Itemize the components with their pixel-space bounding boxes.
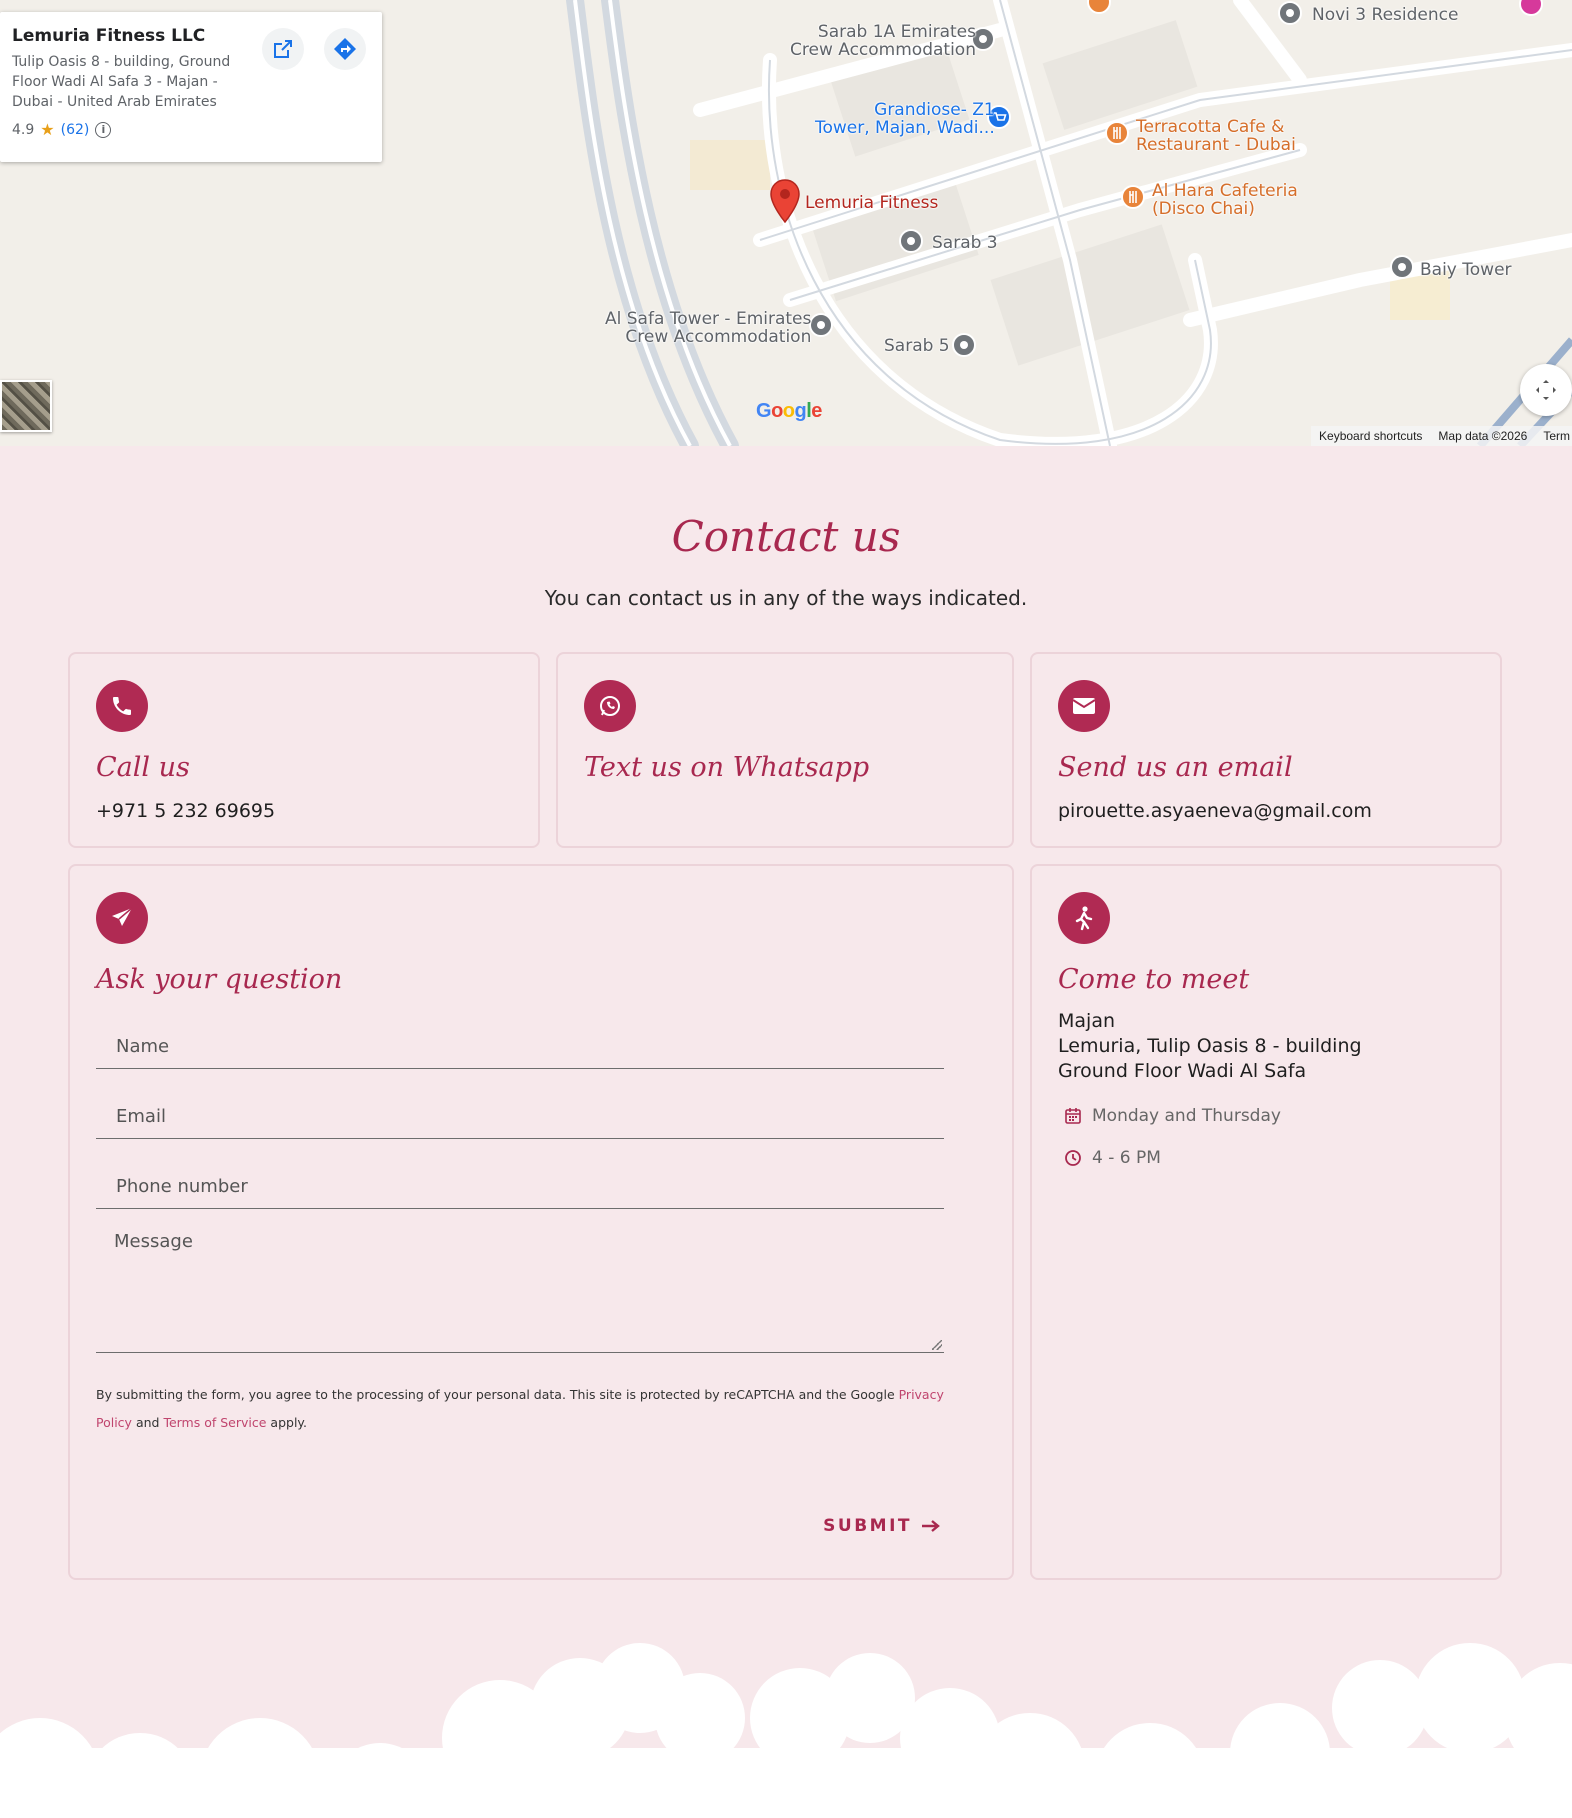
visit-card: Come to meet Majan Lemuria, Tulip Oasis … — [1030, 864, 1502, 1580]
place-address: Tulip Oasis 8 - building, Ground Floor W… — [12, 54, 231, 110]
keyboard-shortcuts-link[interactable]: Keyboard shortcuts — [1319, 429, 1422, 443]
submit-label: SUBMIT — [823, 1516, 912, 1536]
fullscreen-button[interactable] — [1520, 364, 1572, 416]
restaurant-pin-icon[interactable] — [1104, 120, 1130, 150]
google-logo: Google — [756, 400, 822, 422]
visit-address: Majan Lemuria, Tulip Oasis 8 - building … — [1058, 1009, 1474, 1084]
open-in-maps-button[interactable] — [262, 28, 304, 70]
consent-text: By submitting the form, you agree to the… — [96, 1381, 956, 1437]
phone-field-wrapper — [96, 1145, 944, 1209]
email-input[interactable] — [96, 1075, 944, 1138]
visit-days-row: Monday and Thursday — [1058, 1106, 1474, 1126]
email-title: Send us an email — [1058, 752, 1293, 783]
whatsapp-title[interactable]: Text us on Whatsapp — [584, 752, 986, 783]
paper-plane-icon — [96, 892, 148, 944]
map-label-lemuria-fitness[interactable]: Lemuria Fitness — [805, 194, 938, 212]
reviews-link[interactable]: (62) — [61, 122, 90, 138]
walking-icon — [1058, 892, 1110, 944]
email-address-link[interactable]: pirouette.asyaeneva@gmail.com — [1058, 799, 1474, 824]
clock-icon — [1065, 1150, 1081, 1166]
directions-button[interactable] — [324, 28, 366, 70]
contact-heading: Contact us — [671, 512, 901, 561]
location-marker-icon[interactable] — [768, 178, 802, 226]
calendar-icon — [1065, 1108, 1081, 1124]
place-pin-icon[interactable] — [1389, 254, 1415, 284]
cloud-decoration — [0, 1643, 1572, 1818]
message-field-wrapper — [96, 1215, 944, 1353]
address-line-2: Lemuria, Tulip Oasis 8 - building — [1058, 1035, 1362, 1057]
place-pin-icon[interactable] — [951, 332, 977, 362]
whatsapp-icon — [584, 680, 636, 732]
address-line-1: Majan — [1058, 1010, 1115, 1032]
phone-input[interactable] — [96, 1145, 944, 1208]
envelope-icon — [1058, 680, 1110, 732]
name-field-wrapper — [96, 1005, 944, 1069]
restaurant-pin-icon[interactable] — [1086, 0, 1112, 30]
terms-link[interactable]: Term — [1543, 429, 1570, 443]
email-field-wrapper — [96, 1075, 944, 1139]
place-rating: 4.9 ★ (62) i — [12, 120, 370, 139]
consent-and: and — [131, 1415, 164, 1430]
place-title: Lemuria Fitness LLC — [12, 26, 206, 46]
submit-button[interactable]: SUBMIT — [823, 1516, 940, 1536]
call-card: Call us +971 5 232 69695 — [68, 652, 540, 848]
external-link-icon — [274, 40, 292, 58]
expand-arrows-icon — [1536, 380, 1556, 400]
visit-days: Monday and Thursday — [1092, 1106, 1281, 1126]
rating-value: 4.9 — [12, 121, 35, 138]
restaurant-pin-icon[interactable] — [1120, 184, 1146, 214]
star-icon: ★ — [40, 120, 55, 139]
visit-hours: 4 - 6 PM — [1092, 1148, 1161, 1168]
visit-title: Come to meet — [1058, 964, 1250, 995]
visit-hours-row: 4 - 6 PM — [1058, 1148, 1474, 1168]
place-pin-icon[interactable] — [1277, 0, 1303, 30]
map-label-grandiose[interactable]: Grandiose- Z1 Tower, Majan, Wadi... — [815, 101, 995, 137]
embedded-map[interactable]: Sarab 1A Emirates Crew Accommodation Nov… — [0, 0, 1572, 446]
call-title: Call us — [96, 752, 190, 783]
place-info-card: Lemuria Fitness LLC Tulip Oasis 8 - buil… — [0, 12, 382, 162]
map-label-al-hara[interactable]: Al Hara Cafeteria (Disco Chai) — [1152, 182, 1298, 218]
contact-section: Contact us You can contact us in any of … — [0, 446, 1572, 1818]
form-title: Ask your question — [96, 964, 343, 995]
whatsapp-card[interactable]: Text us on Whatsapp — [556, 652, 1014, 848]
contact-form: By submitting the form, you agree to the… — [96, 1005, 986, 1437]
consent-suffix: apply. — [266, 1415, 308, 1430]
place-pin-icon[interactable] — [808, 312, 834, 342]
arrow-right-icon — [922, 1520, 940, 1532]
phone-icon — [96, 680, 148, 732]
map-label-sarab-1a[interactable]: Sarab 1A Emirates Crew Accommodation — [790, 23, 976, 59]
map-data-text: Map data ©2026 — [1438, 429, 1528, 443]
place-pin-icon[interactable] — [898, 228, 924, 258]
directions-icon — [334, 38, 356, 60]
map-label-al-safa-tower[interactable]: Al Safa Tower - Emirates Crew Accommodat… — [605, 310, 811, 346]
resize-handle[interactable] — [932, 1340, 942, 1350]
map-label-sarab-3[interactable]: Sarab 3 — [932, 234, 998, 252]
info-icon[interactable]: i — [95, 121, 112, 138]
place-pin-icon[interactable] — [1518, 0, 1544, 30]
map-label-novi-3[interactable]: Novi 3 Residence — [1312, 6, 1458, 24]
map-label-terracotta[interactable]: Terracotta Cafe & Restaurant - Dubai — [1136, 118, 1296, 154]
email-card: Send us an email pirouette.asyaeneva@gma… — [1030, 652, 1502, 848]
address-line-3: Ground Floor Wadi Al Safa — [1058, 1060, 1307, 1082]
satellite-layer-toggle[interactable] — [0, 380, 52, 432]
map-attribution: Keyboard shortcuts Map data ©2026 Term — [1311, 426, 1572, 446]
map-label-sarab-5[interactable]: Sarab 5 — [884, 337, 950, 355]
contact-subheading: You can contact us in any of the ways in… — [544, 586, 1028, 610]
terms-of-service-link[interactable]: Terms of Service — [163, 1415, 266, 1430]
message-textarea[interactable] — [96, 1215, 944, 1352]
phone-number-link[interactable]: +971 5 232 69695 — [96, 799, 512, 824]
map-label-baiy-tower[interactable]: Baiy Tower — [1420, 261, 1512, 279]
name-input[interactable] — [96, 1005, 944, 1068]
question-form-card: Ask your question By submitting the form… — [68, 864, 1014, 1580]
consent-prefix: By submitting the form, you agree to the… — [96, 1387, 899, 1402]
